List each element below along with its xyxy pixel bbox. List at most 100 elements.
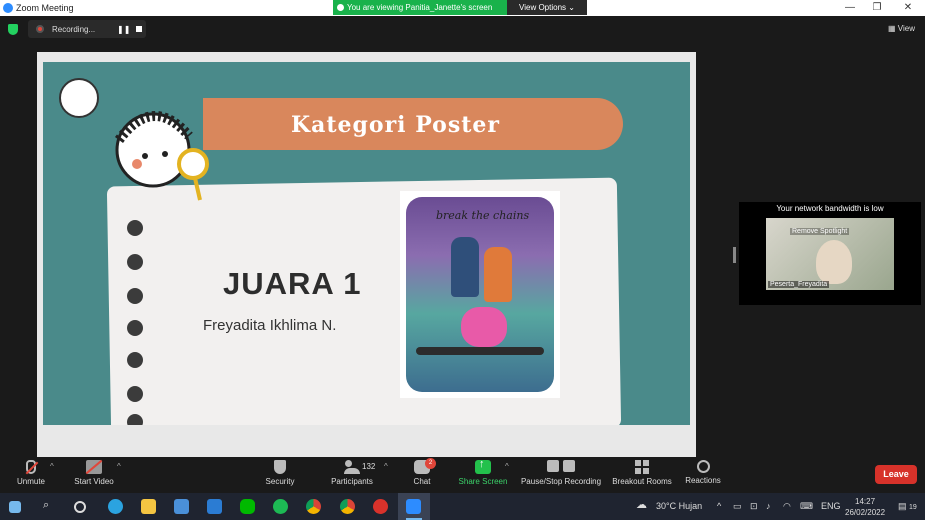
pause-recording-icon[interactable]: ❚❚ <box>117 25 130 34</box>
edge-browser-icon[interactable] <box>108 499 123 514</box>
share-options-chevron-icon[interactable]: ^ <box>505 462 509 471</box>
character-illustration <box>114 111 209 201</box>
remove-spotlight-button[interactable]: Remove Spotlight <box>790 228 850 235</box>
view-options-button[interactable]: View Options ⌄ <box>507 0 587 15</box>
binder-hole <box>127 352 143 368</box>
security-shield-icon <box>274 460 286 474</box>
unmute-label: Unmute <box>16 477 45 486</box>
participants-icon <box>344 460 360 474</box>
weather-cloud-icon: ☁ <box>636 499 647 511</box>
recording-indicator: Recording... ❚❚ <box>28 20 146 38</box>
binder-hole <box>127 220 143 236</box>
meeting-controls-bar: Unmute ^ Start Video ^ Security Particip… <box>0 457 925 493</box>
tray-app-icon[interactable]: ▭ <box>733 501 742 512</box>
view-layout-button[interactable]: ▦ View <box>888 24 915 33</box>
participant-count: 132 <box>362 462 376 471</box>
microphone-muted-icon <box>26 460 36 474</box>
reactions-button[interactable]: Reactions <box>683 457 723 493</box>
zoom-icon <box>406 499 421 514</box>
winning-poster: break the chains <box>400 191 560 398</box>
participant-face <box>816 240 852 284</box>
participant-name-label: Peserta_Freyadita <box>768 281 830 288</box>
share-screen-label: Share Screen <box>458 477 508 486</box>
unmute-button[interactable]: Unmute <box>12 457 50 493</box>
notifications-icon[interactable]: ▤ 19 <box>898 501 917 512</box>
tray-chevron-up-icon[interactable]: ^ <box>717 501 721 511</box>
participants-options-chevron-icon[interactable]: ^ <box>384 462 388 471</box>
poster-figure <box>451 237 479 297</box>
spotify-icon[interactable] <box>273 499 288 514</box>
chat-label: Chat <box>413 477 431 486</box>
pause-stop-recording-button[interactable]: Pause/Stop Recording <box>520 457 602 493</box>
zoom-taskbar-item[interactable] <box>398 493 430 520</box>
pause-stop-recording-label: Pause/Stop Recording <box>520 477 602 486</box>
recording-label: Recording... <box>52 25 96 34</box>
event-logo <box>59 78 99 118</box>
binder-hole <box>127 254 143 270</box>
weather-status[interactable]: 30°C Hujan <box>656 501 702 511</box>
breakout-rooms-icon <box>635 460 649 474</box>
viewing-screen-banner: You are viewing Panitia_Janette's screen <box>333 0 507 15</box>
wifi-icon[interactable]: ◠ <box>783 501 791 512</box>
poster-robot <box>461 307 507 347</box>
video-options-chevron-icon[interactable]: ^ <box>117 462 121 471</box>
breakout-rooms-label: Breakout Rooms <box>612 477 672 486</box>
windows-start-icon[interactable] <box>9 501 21 513</box>
binder-hole <box>127 386 143 402</box>
presentation-slide: Kategori Poster JUARA 1 Freyadita Ikhlim… <box>43 62 690 425</box>
close-button[interactable]: ✕ <box>893 0 923 16</box>
mail-icon[interactable] <box>207 499 222 514</box>
breakout-rooms-button[interactable]: Breakout Rooms <box>611 457 673 493</box>
audio-options-chevron-icon[interactable]: ^ <box>50 462 54 471</box>
clock-date: 26/02/2022 <box>845 508 886 517</box>
task-view-icon[interactable] <box>74 501 86 513</box>
clock-time: 14:27 <box>855 497 876 506</box>
poster-chain <box>416 347 544 355</box>
start-video-label: Start Video <box>74 477 114 486</box>
panel-resize-handle[interactable] <box>733 247 736 263</box>
stop-recording-icon[interactable] <box>136 26 142 32</box>
chrome-icon[interactable] <box>340 499 355 514</box>
maximize-button[interactable]: ❐ <box>862 0 892 16</box>
participants-label: Participants <box>331 477 373 486</box>
video-off-icon <box>86 460 102 474</box>
poster-title: break the chains <box>436 209 530 222</box>
chat-unread-badge: 2 <box>425 458 436 469</box>
chat-button[interactable]: 2 Chat <box>408 457 436 493</box>
pause-stop-icon <box>546 460 576 474</box>
system-clock[interactable]: 14:27 26/02/2022 <box>845 496 885 518</box>
line-app-icon[interactable] <box>240 499 255 514</box>
share-screen-button[interactable]: Share Screen <box>457 457 509 493</box>
binder-hole <box>127 288 143 304</box>
share-screen-icon <box>475 458 491 474</box>
language-indicator[interactable]: ENG <box>821 501 841 511</box>
zoom-app-icon <box>3 3 13 13</box>
bandwidth-warning: Your network bandwidth is low <box>776 204 884 213</box>
view-layout-label: View <box>897 24 915 33</box>
reactions-smiley-icon <box>696 460 710 473</box>
participant-video[interactable]: Remove Spotlight Peserta_Freyadita <box>766 218 894 290</box>
file-explorer-icon[interactable] <box>141 499 156 514</box>
binder-hole <box>127 320 143 336</box>
leave-button[interactable]: Leave <box>875 465 917 484</box>
start-video-button[interactable]: Start Video <box>70 457 118 493</box>
window-title: Zoom Meeting <box>16 3 74 13</box>
tray-app-icon[interactable]: ⊡ <box>750 501 758 512</box>
shared-screen: Kategori Poster JUARA 1 Freyadita Ikhlim… <box>37 52 696 457</box>
poster-figure <box>484 247 512 302</box>
keyboard-icon[interactable]: ⌨ <box>800 501 813 512</box>
security-button[interactable]: Security <box>262 457 298 493</box>
search-icon[interactable]: ⌕ <box>43 499 49 512</box>
reactions-label: Reactions <box>685 476 721 485</box>
chrome-icon[interactable] <box>306 499 321 514</box>
award-heading: JUARA 1 <box>223 266 362 301</box>
notification-count: 19 <box>909 504 917 511</box>
encryption-shield-icon[interactable] <box>8 24 18 35</box>
app-icon[interactable] <box>373 499 388 514</box>
security-label: Security <box>265 477 295 486</box>
minimize-button[interactable]: — <box>835 0 865 16</box>
meeting-top-bar: Recording... ❚❚ ▦ View <box>0 16 925 42</box>
spotlight-video-panel: Your network bandwidth is low Remove Spo… <box>739 202 921 305</box>
volume-icon[interactable]: ♪ <box>766 501 771 511</box>
store-icon[interactable] <box>174 499 189 514</box>
